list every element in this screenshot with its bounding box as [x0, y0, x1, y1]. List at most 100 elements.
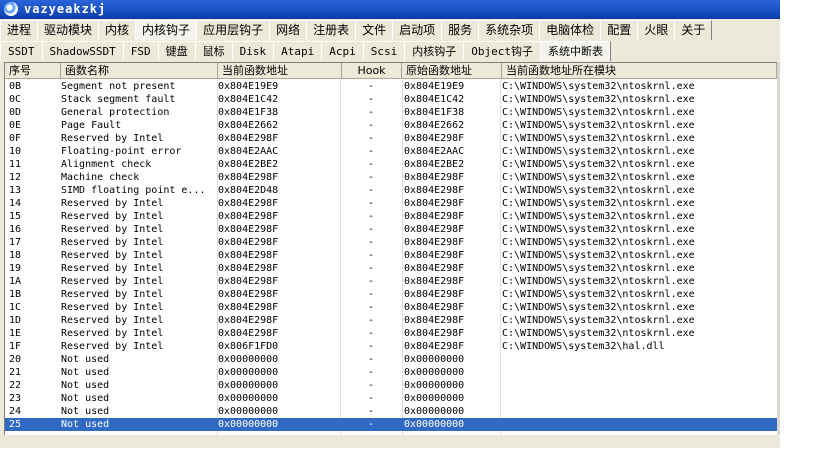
main-tab-0[interactable]: 进程 — [0, 20, 39, 40]
row-current-address: 0x804E298F — [218, 198, 279, 209]
app-window: vazyeakzkj 进程 驱动模块 内核 内核钩子 应用层钩子 网络 注册表 文件 启动项 服务… — [0, 0, 780, 448]
table-row[interactable]: 1D Reserved by Intel 0x804E298F - 0x804E298F… — [5, 314, 777, 327]
sub-tab-9[interactable]: 内核钩子 — [404, 41, 465, 61]
row-function-name: Not used — [61, 393, 110, 404]
table-row[interactable]: 22 Not used 0x00000000 - 0x00000000 — [5, 379, 777, 392]
col-index-header[interactable]: 序号 — [5, 63, 61, 79]
main-tab-4[interactable]: 应用层钩子 — [196, 20, 271, 40]
row-current-address: 0x804E298F — [218, 289, 279, 300]
row-current-address: 0x00000000 — [218, 406, 279, 417]
row-function-name: Floating-point error — [61, 146, 182, 157]
col-module-header[interactable]: 当前函数地址所在模块 — [502, 63, 777, 79]
row-index: 1A — [9, 276, 22, 287]
sub-tab-4[interactable]: 鼠标 — [194, 41, 233, 61]
row-current-address: 0x804E298F — [218, 328, 279, 339]
sub-tab-2[interactable]: FSD — [122, 41, 159, 61]
row-module: C:\WINDOWS\system32\ntoskrnl.exe — [502, 224, 695, 235]
row-index: 0D — [9, 107, 22, 118]
main-tab-3[interactable]: 内核钩子 — [135, 20, 198, 40]
table-row[interactable]: 14 Reserved by Intel 0x804E298F - 0x804E298F… — [5, 197, 777, 210]
main-tab-7[interactable]: 文件 — [355, 20, 394, 40]
table-row[interactable]: 12 Machine check 0x804E298F - 0x804E298F C:\W… — [5, 171, 777, 184]
main-tab-6[interactable]: 注册表 — [306, 20, 357, 40]
main-tab-13[interactable]: 火眼 — [637, 20, 676, 40]
table-row[interactable]: 1C Reserved by Intel 0x804E298F - 0x804E298F… — [5, 301, 777, 314]
main-tab-5[interactable]: 网络 — [269, 20, 308, 40]
row-module: C:\WINDOWS\system32\ntoskrnl.exe — [502, 263, 695, 274]
row-hook: - — [367, 107, 375, 118]
main-tab-2[interactable]: 内核 — [98, 20, 137, 40]
table-row[interactable]: 24 Not used 0x00000000 - 0x00000000 — [5, 405, 777, 418]
col-function-name-header[interactable]: 函数名称 — [61, 63, 218, 79]
table-row[interactable]: 15 Reserved by Intel 0x804E298F - 0x804E298F… — [5, 210, 777, 223]
table-row[interactable]: 1B Reserved by Intel 0x804E298F - 0x804E298F… — [5, 288, 777, 301]
row-current-address: 0x804E298F — [218, 211, 279, 222]
table-row[interactable]: 17 Reserved by Intel 0x804E298F - 0x804E298F… — [5, 236, 777, 249]
row-function-name: Reserved by Intel — [61, 315, 164, 326]
row-current-address: 0x804E298F — [218, 250, 279, 261]
sub-tab-10[interactable]: Object钩子 — [463, 41, 541, 61]
row-current-address: 0x804E2BE2 — [218, 159, 279, 170]
sub-tab-7[interactable]: Acpi — [321, 41, 364, 61]
main-tab-14[interactable]: 关于 — [674, 20, 713, 40]
main-tab-11[interactable]: 电脑体检 — [539, 20, 602, 40]
sub-tab-11[interactable]: 系统中断表 — [539, 41, 611, 61]
sub-tab-6[interactable]: Atapi — [273, 41, 323, 61]
table-row[interactable]: 0D General protection 0x804E1F38 - 0x804E1F3… — [5, 106, 777, 119]
row-index: 1D — [9, 315, 22, 326]
sub-tab-0[interactable]: SSDT — [0, 41, 43, 61]
main-tab-9[interactable]: 服务 — [441, 20, 480, 40]
table-row[interactable]: 1E Reserved by Intel 0x804E298F - 0x804E298F… — [5, 327, 777, 340]
table-row[interactable]: 20 Not used 0x00000000 - 0x00000000 — [5, 353, 777, 366]
row-function-name: Reserved by Intel — [61, 224, 164, 235]
row-module: C:\WINDOWS\system32\ntoskrnl.exe — [502, 276, 695, 287]
main-tab-8[interactable]: 启动项 — [392, 20, 443, 40]
table-row[interactable]: 0F Reserved by Intel 0x804E298F - 0x804E298F… — [5, 132, 777, 145]
table-row[interactable]: 1F Reserved by Intel 0x806F1FD0 - 0x804E298F… — [5, 340, 777, 353]
table-row[interactable]: 10 Floating-point error 0x804E2AAC - 0x804E2… — [5, 145, 777, 158]
row-current-address: 0x804E298F — [218, 302, 279, 313]
table-row[interactable]: 0E Page Fault 0x804E2662 - 0x804E2662 C:\WIND… — [5, 119, 777, 132]
col-hook-header[interactable]: Hook — [342, 63, 402, 79]
row-original-address: 0x804E2662 — [404, 120, 465, 131]
row-hook: - — [367, 406, 375, 417]
sub-tab-8[interactable]: Scsi — [362, 41, 406, 61]
row-hook: - — [367, 250, 375, 261]
main-tab-10[interactable]: 系统杂项 — [478, 20, 541, 40]
table-row[interactable]: 25 Not used 0x00000000 - 0x00000000 — [5, 418, 777, 431]
table-row[interactable]: 16 Reserved by Intel 0x804E298F - 0x804E298F… — [5, 223, 777, 236]
sub-tab-3[interactable]: 键盘 — [157, 41, 196, 61]
sub-tab-5[interactable]: Disk — [231, 41, 275, 61]
table-row[interactable]: 1A Reserved by Intel 0x804E298F - 0x804E298F… — [5, 275, 777, 288]
row-function-name: Reserved by Intel — [61, 250, 164, 261]
vertical-scrollbar[interactable] — [777, 62, 780, 434]
row-current-address: 0x00000000 — [218, 367, 279, 378]
table-row[interactable]: 0C Stack segment fault 0x804E1C42 - 0x804E1C… — [5, 93, 777, 106]
table-row[interactable]: 0B Segment not present 0x804E19E9 - 0x804E19… — [5, 80, 777, 93]
sub-tab-1[interactable]: ShadowSSDT — [41, 41, 124, 61]
row-hook: - — [367, 263, 375, 274]
main-tab-12[interactable]: 配置 — [600, 20, 639, 40]
row-module: C:\WINDOWS\system32\ntoskrnl.exe — [502, 94, 695, 105]
table-row[interactable]: 18 Reserved by Intel 0x804E298F - 0x804E298F… — [5, 249, 777, 262]
col-original-address-header[interactable]: 原始函数地址 — [402, 63, 502, 79]
row-current-address: 0x804E2AAC — [218, 146, 279, 157]
interrupt-table[interactable]: 序号 函数名称 当前函数地址 Hook 原始函数地址 当前函数地址所在模块 0B Segme… — [4, 62, 777, 435]
col-current-address-header[interactable]: 当前函数地址 — [218, 63, 342, 79]
row-function-name: Reserved by Intel — [61, 133, 164, 144]
row-function-name: Not used — [61, 406, 110, 417]
row-function-name: SIMD floating point e... — [61, 185, 206, 196]
table-row[interactable]: 19 Reserved by Intel 0x804E298F - 0x804E298F… — [5, 262, 777, 275]
title-bar[interactable]: vazyeakzkj — [0, 0, 780, 19]
row-current-address: 0x804E1F38 — [218, 107, 279, 118]
main-tab-1[interactable]: 驱动模块 — [37, 20, 100, 40]
row-index: 21 — [9, 367, 22, 378]
row-current-address: 0x804E298F — [218, 224, 279, 235]
row-original-address: 0x804E298F — [404, 237, 465, 248]
row-current-address: 0x00000000 — [218, 354, 279, 365]
table-row[interactable]: 21 Not used 0x00000000 - 0x00000000 — [5, 366, 777, 379]
table-row[interactable]: 11 Alignment check 0x804E2BE2 - 0x804E2BE2 C:… — [5, 158, 777, 171]
table-row[interactable]: 23 Not used 0x00000000 - 0x00000000 — [5, 392, 777, 405]
table-row[interactable]: 13 SIMD floating point e... 0x804E2D48 - 0x8… — [5, 184, 777, 197]
row-function-name: Not used — [61, 419, 110, 430]
